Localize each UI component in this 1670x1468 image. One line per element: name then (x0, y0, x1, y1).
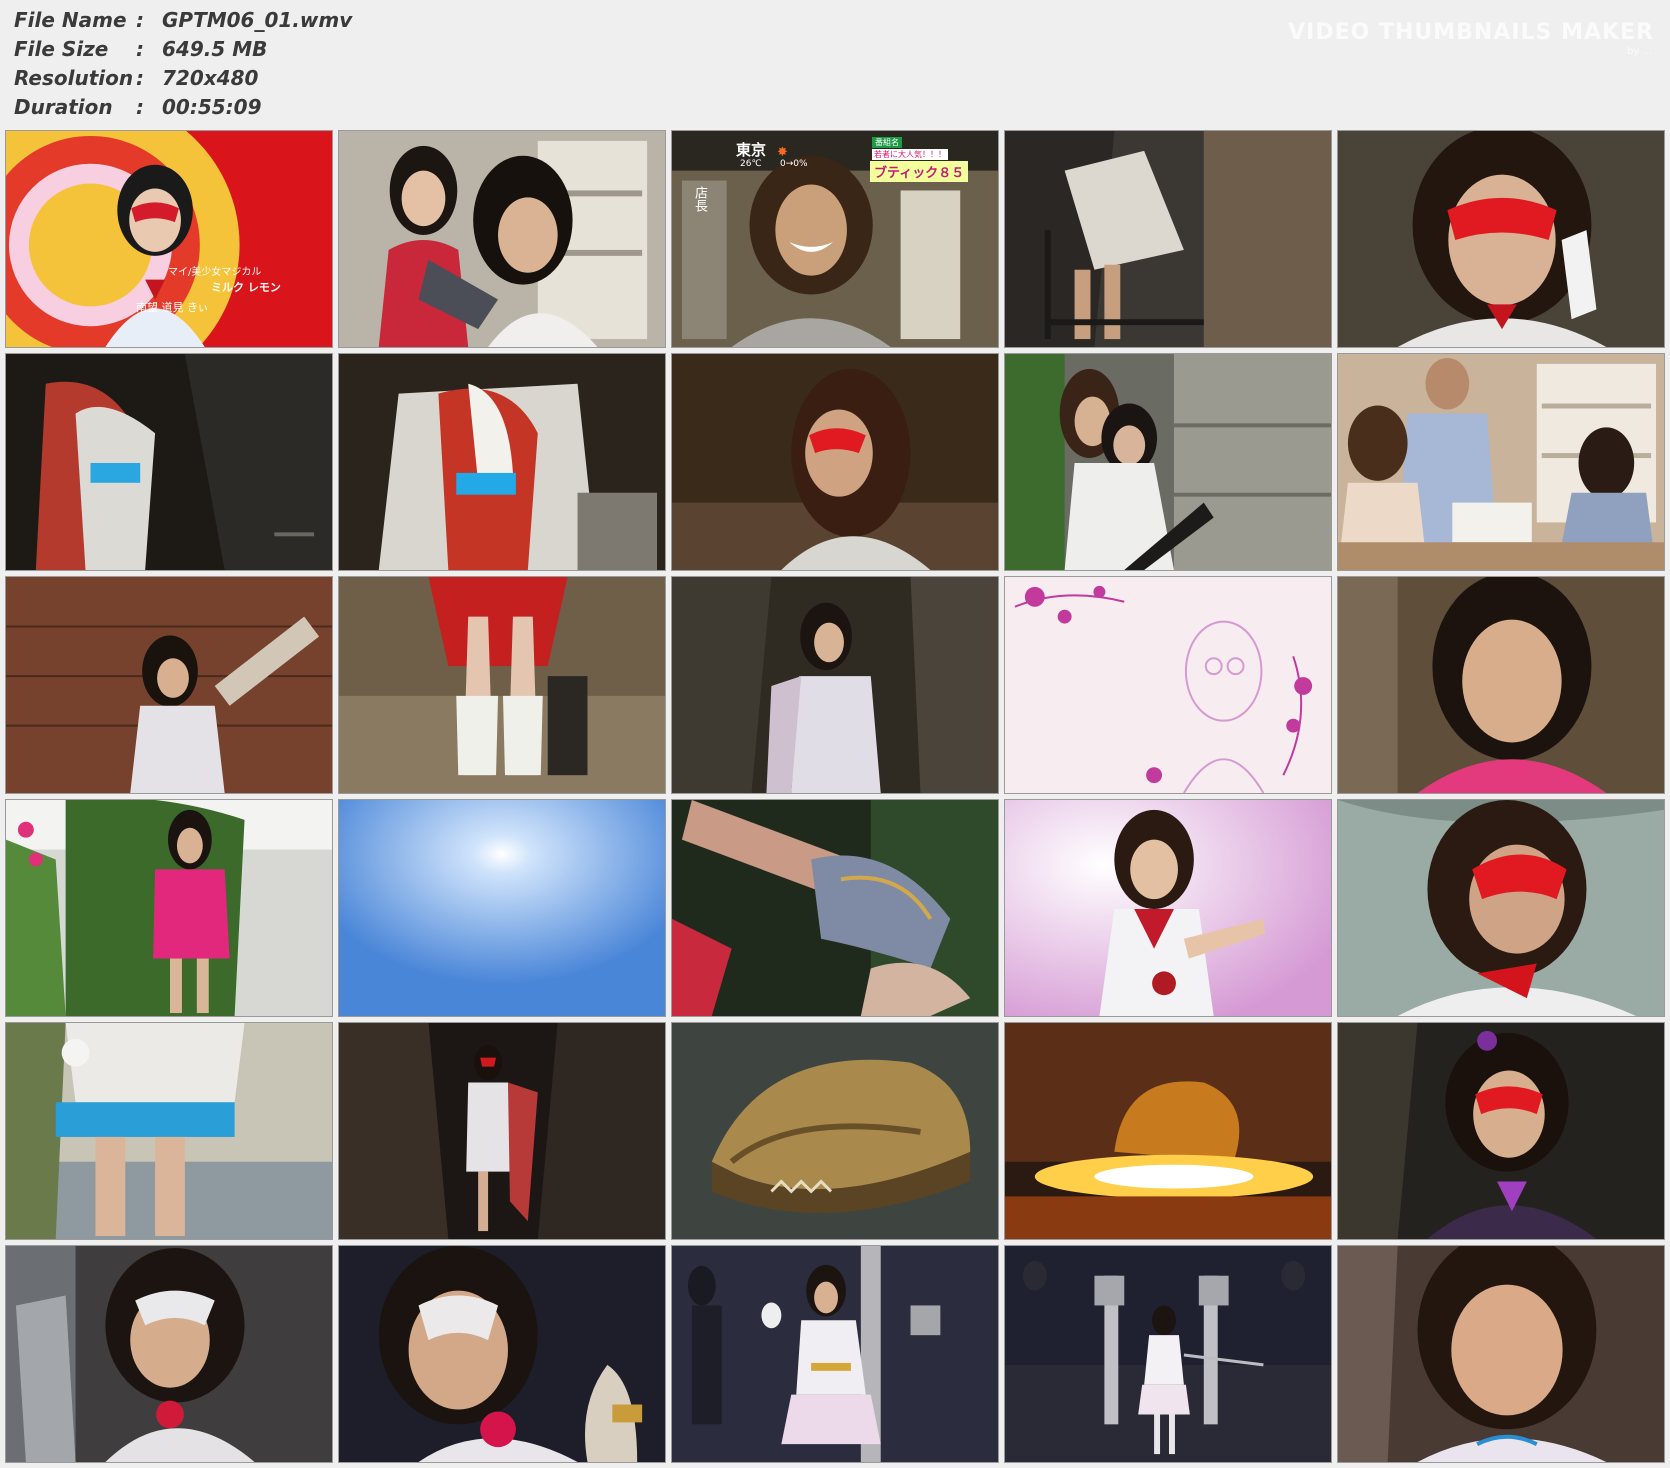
duration-row: Duration:00:55:09 (14, 93, 352, 122)
thumb-03-badge-2: 若者に大人気！！！ (872, 149, 948, 160)
thumb-03-shop: ブティック８５ (870, 161, 969, 182)
thumbnail-27 (338, 1245, 666, 1463)
thumbnail-08 (671, 353, 999, 571)
file-size-label: File Size (14, 37, 109, 61)
thumbnail-09 (1004, 353, 1332, 571)
file-name-label: File Name (14, 8, 127, 32)
resolution-value: 720x480 (162, 66, 259, 90)
file-name-value: GPTM06_01.wmv (162, 8, 353, 32)
thumb-03-city: 東京 (736, 141, 767, 159)
file-size-row: File Size:649.5 MB (14, 35, 352, 64)
thumb-01-caption-3: 南望 道見 きぃ (136, 301, 209, 314)
thumb-01-caption-2: ミルク レモン (211, 281, 281, 294)
thumb-03-rain: 0→0% (780, 159, 808, 169)
watermark-sub: by ... (1627, 46, 1652, 57)
thumbnail-10 (1337, 353, 1665, 571)
thumbnail-16 (5, 799, 333, 1017)
thumbnail-05 (1337, 130, 1665, 348)
thumbnail-21 (5, 1022, 333, 1240)
thumbnail-19 (1004, 799, 1332, 1017)
thumbnail-01: マイ/美少女マジカル ミルク レモン 南望 道見 きぃ (5, 130, 333, 348)
thumbnail-15 (1337, 576, 1665, 794)
resolution-row: Resolution:720x480 (14, 64, 352, 93)
resolution-label: Resolution (14, 66, 134, 90)
thumbnail-24 (1004, 1022, 1332, 1240)
thumb-03-temp: 26℃ (740, 159, 762, 169)
thumbnail-18 (671, 799, 999, 1017)
thumbnail-07 (338, 353, 666, 571)
duration-label: Duration (14, 95, 113, 119)
duration-value: 00:55:09 (162, 95, 262, 119)
duration-colon: : (136, 95, 144, 119)
watermark-title: VIDEO THUMBNAILS MAKER (1288, 20, 1654, 45)
file-size-colon: : (136, 37, 144, 61)
thumb-01-caption-1: マイ/美少女マジカル (168, 267, 262, 278)
sun-icon: ✸ (777, 145, 788, 160)
thumbnail-25 (1337, 1022, 1665, 1240)
thumbnail-17 (338, 799, 666, 1017)
thumbnail-06 (5, 353, 333, 571)
thumb-03-badge-1: 番組名 (872, 137, 902, 148)
thumbnail-grid: マイ/美少女マジカル ミルク レモン 南望 道見 きぃ 東京 26℃ ✸ 0→0… (5, 130, 1665, 1463)
thumbnail-03: 東京 26℃ ✸ 0→0% 番組名 若者に大人気！！！ ブティック８５ 店長 (671, 130, 999, 348)
thumbnail-04 (1004, 130, 1332, 348)
thumbnail-30 (1337, 1245, 1665, 1463)
thumbnail-22 (338, 1022, 666, 1240)
file-name-row: File Name: GPTM06_01.wmv (14, 6, 352, 35)
file-info-panel: File Name: GPTM06_01.wmv File Size:649.5 … (14, 6, 352, 122)
thumbnail-13 (671, 576, 999, 794)
resolution-colon: : (136, 66, 144, 90)
file-name-colon: : (136, 8, 144, 32)
thumbnail-26 (5, 1245, 333, 1463)
thumbnail-20 (1337, 799, 1665, 1017)
file-size-value: 649.5 MB (162, 37, 268, 61)
thumbnail-02 (338, 130, 666, 348)
thumbnail-28 (671, 1245, 999, 1463)
thumb-03-side: 店長 (692, 186, 707, 212)
thumbnail-23 (671, 1022, 999, 1240)
thumbnail-29 (1004, 1245, 1332, 1463)
thumbnail-12 (338, 576, 666, 794)
thumbnail-14 (1004, 576, 1332, 794)
thumbnail-11 (5, 576, 333, 794)
